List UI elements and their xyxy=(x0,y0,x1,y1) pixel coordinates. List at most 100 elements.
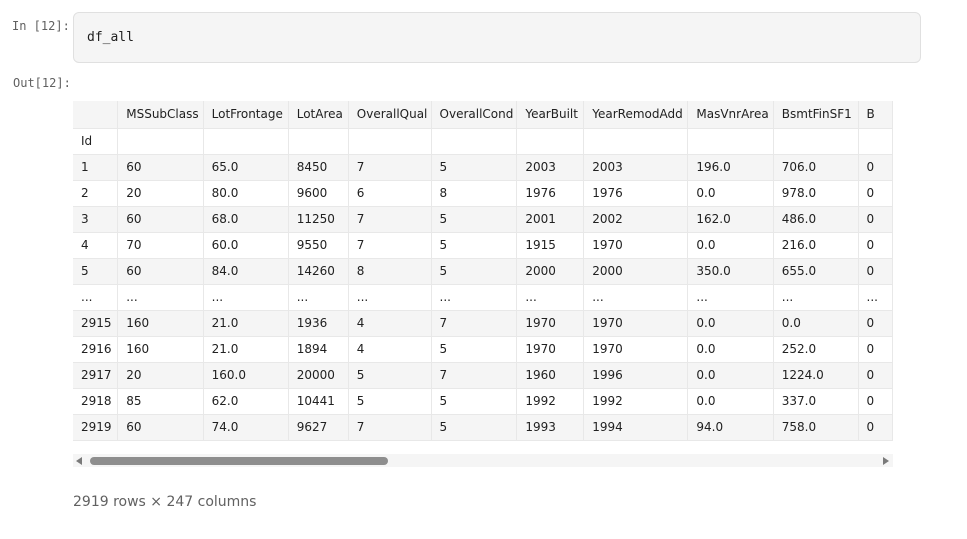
table-cell: 1960 xyxy=(516,362,585,389)
dataframe-shape: 2919 rows × 247 columns xyxy=(73,494,257,510)
table-cell: ... xyxy=(431,284,518,311)
table-cell: 60.0 xyxy=(203,232,289,259)
dataframe-body: 1 60 65.0 8450 7 5 2003 2003 196.0 706.0 0 2 20 80.0 9… xyxy=(73,154,893,441)
column-header: LotFrontage xyxy=(203,101,289,129)
table-cell: 1224.0 xyxy=(773,362,859,389)
table-cell: 7 xyxy=(348,414,432,441)
table-cell: 196.0 xyxy=(687,154,774,181)
input-prompt: In [12]: xyxy=(12,19,70,33)
table-cell: 5 xyxy=(431,258,518,285)
dataframe-table: MSSubClass LotFrontage LotArea OverallQu… xyxy=(73,101,893,441)
column-header: OverallCond xyxy=(431,101,518,129)
table-cell: 7 xyxy=(348,154,432,181)
row-index: 2917 xyxy=(73,362,119,389)
table-cell: 5 xyxy=(431,388,518,415)
column-header: B xyxy=(858,101,893,129)
table-cell: 0 xyxy=(858,388,893,415)
table-cell: 0.0 xyxy=(687,336,774,363)
table-cell: 1996 xyxy=(583,362,689,389)
scroll-left-arrow-icon[interactable] xyxy=(76,457,82,465)
row-index: 2 xyxy=(73,180,119,207)
table-cell: 60 xyxy=(117,414,204,441)
table-cell: 60 xyxy=(117,206,204,233)
table-cell: ... xyxy=(117,284,204,311)
table-cell: 20 xyxy=(117,180,204,207)
table-cell: 486.0 xyxy=(773,206,859,233)
table-cell: 1970 xyxy=(583,232,689,259)
table-cell: 0 xyxy=(858,154,893,181)
table-cell: 7 xyxy=(431,362,518,389)
row-index: 2916 xyxy=(73,336,119,363)
table-cell: 1976 xyxy=(583,180,689,207)
table-cell: 2003 xyxy=(583,154,689,181)
table-cell: 0 xyxy=(858,206,893,233)
table-cell: 10441 xyxy=(288,388,349,415)
column-header-row: MSSubClass LotFrontage LotArea OverallQu… xyxy=(73,101,893,129)
table-cell: 1970 xyxy=(583,310,689,337)
table-cell: 978.0 xyxy=(773,180,859,207)
table-cell: 0.0 xyxy=(687,388,774,415)
table-cell: 162.0 xyxy=(687,206,774,233)
table-cell: 84.0 xyxy=(203,258,289,285)
table-row: 4 70 60.0 9550 7 5 1915 1970 0.0 216.0 0 xyxy=(73,232,893,259)
row-index: 4 xyxy=(73,232,119,259)
table-cell: 4 xyxy=(348,336,432,363)
column-header: BsmtFinSF1 xyxy=(773,101,859,129)
table-cell: 4 xyxy=(348,310,432,337)
table-cell: 0.0 xyxy=(687,180,774,207)
code-text[interactable]: df_all xyxy=(87,30,134,45)
table-cell: 0 xyxy=(858,362,893,389)
table-cell: 216.0 xyxy=(773,232,859,259)
notebook: In [12]: df_all Out[12]: MSSubClass LotF… xyxy=(0,0,967,539)
row-index: 1 xyxy=(73,154,119,181)
table-cell: 6 xyxy=(348,180,432,207)
output-prompt: Out[12]: xyxy=(13,76,71,90)
table-cell: 21.0 xyxy=(203,310,289,337)
table-cell: 1994 xyxy=(583,414,689,441)
row-index: 2918 xyxy=(73,388,119,415)
table-cell: 94.0 xyxy=(687,414,774,441)
code-input-cell[interactable]: df_all xyxy=(73,12,921,63)
table-cell: 0 xyxy=(858,310,893,337)
table-cell: 5 xyxy=(431,206,518,233)
table-cell: 20000 xyxy=(288,362,349,389)
table-cell: 85 xyxy=(117,388,204,415)
table-cell: 1915 xyxy=(516,232,585,259)
row-index: ... xyxy=(73,284,119,311)
table-cell: 8 xyxy=(431,180,518,207)
table-cell: 160 xyxy=(117,310,204,337)
table-cell: 2003 xyxy=(516,154,585,181)
scrollbar-thumb[interactable] xyxy=(90,457,388,465)
table-cell: 5 xyxy=(348,388,432,415)
table-cell: 5 xyxy=(348,362,432,389)
table-cell: 0 xyxy=(858,180,893,207)
table-cell: 655.0 xyxy=(773,258,859,285)
table-cell: 758.0 xyxy=(773,414,859,441)
table-cell: 2000 xyxy=(516,258,585,285)
table-cell: 1993 xyxy=(516,414,585,441)
table-cell: 1894 xyxy=(288,336,349,363)
table-cell: 74.0 xyxy=(203,414,289,441)
scroll-right-arrow-icon[interactable] xyxy=(883,457,889,465)
table-cell: 9600 xyxy=(288,180,349,207)
column-header: LotArea xyxy=(288,101,349,129)
table-cell: ... xyxy=(687,284,774,311)
table-row: 2917 20 160.0 20000 5 7 1960 1996 0.0 1224.0 0 xyxy=(73,362,893,389)
table-row: 2918 85 62.0 10441 5 5 1992 1992 0.0 337.0 0 xyxy=(73,388,893,415)
table-cell: 0 xyxy=(858,232,893,259)
table-cell: 1992 xyxy=(583,388,689,415)
table-cell: 7 xyxy=(348,206,432,233)
table-cell: 1936 xyxy=(288,310,349,337)
table-cell: ... xyxy=(203,284,289,311)
horizontal-scrollbar[interactable] xyxy=(73,454,893,467)
table-cell: 0 xyxy=(858,336,893,363)
table-cell: 9627 xyxy=(288,414,349,441)
table-row: 2 20 80.0 9600 6 8 1976 1976 0.0 978.0 0 xyxy=(73,180,893,207)
table-cell: ... xyxy=(858,284,893,311)
table-cell: ... xyxy=(516,284,585,311)
column-header-corner xyxy=(73,101,119,129)
index-name-row: Id xyxy=(73,128,893,155)
table-cell: 62.0 xyxy=(203,388,289,415)
table-cell: 5 xyxy=(431,232,518,259)
table-row: ................................. xyxy=(73,284,893,311)
